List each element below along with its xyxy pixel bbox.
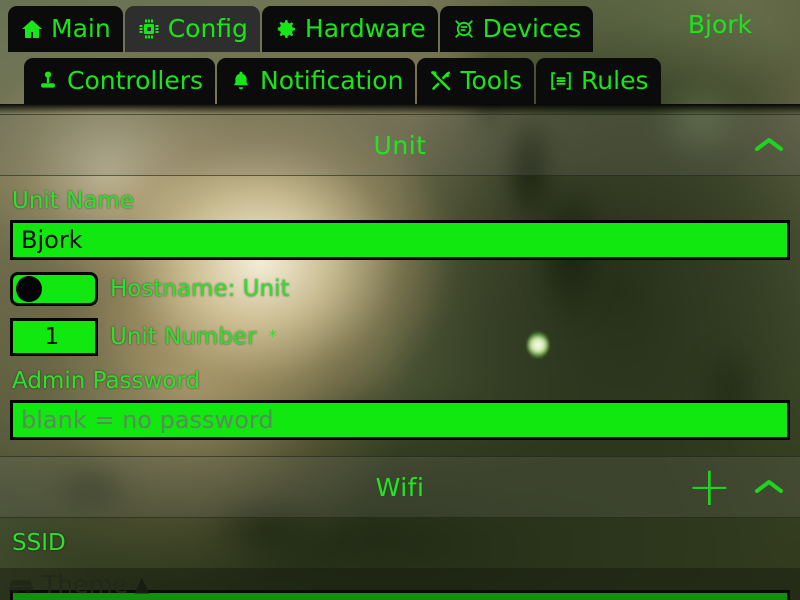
tab-devices[interactable]: Devices [439,6,594,52]
unit-form: Unit Name Hostname: Unit Unit Number * A… [0,188,800,440]
ssid-label: SSID [12,530,66,556]
tab-notification[interactable]: Notification [217,58,416,104]
devices-icon [452,17,476,41]
tab-tools-label: Tools [460,65,523,95]
tabbar-shadow [0,104,800,114]
secondary-tabbar: Controllers Notification Tools Rules [0,54,800,104]
section-header-unit[interactable]: Unit [0,114,800,176]
joystick-icon [36,69,60,93]
tab-config-label: Config [167,13,248,43]
theme-label: Theme [42,569,129,599]
hostname-row: Hostname: Unit [10,272,790,306]
hostname-label: Hostname: Unit [110,276,290,302]
section-title-wifi: Wifi [375,472,425,502]
tab-controllers-label: Controllers [67,65,203,95]
tab-controllers[interactable]: Controllers [24,58,215,104]
chevron-up-icon[interactable] [752,476,786,498]
tab-hardware[interactable]: Hardware [261,6,438,52]
unit-number-row: Unit Number * [10,318,790,356]
section-unit-actions [752,115,786,175]
tab-rules-label: Rules [581,65,649,95]
page-root: Main Config Hardware Devices Bjork Contr… [0,0,800,600]
theme-up-arrow-icon[interactable]: ▲ [134,574,149,594]
required-marker: * [268,327,278,347]
unit-name-input[interactable] [10,220,790,260]
tab-tools[interactable]: Tools [417,58,535,104]
tab-hardware-label: Hardware [304,13,426,43]
chevron-up-icon[interactable] [752,134,786,156]
unit-number-label: Unit Number [110,324,257,350]
tools-icon [429,69,453,93]
wifi-form: SSID [0,530,800,556]
car-icon [6,574,36,594]
tab-notification-label: Notification [260,65,404,95]
section-title-unit: Unit [373,130,427,160]
tab-devices-label: Devices [482,13,582,43]
section-header-wifi[interactable]: Wifi + [0,456,800,518]
tab-rules[interactable]: Rules [536,58,661,104]
rules-icon [548,69,574,93]
device-name-label: Bjork [687,9,752,39]
home-icon [20,17,44,41]
admin-password-input[interactable] [10,400,790,440]
toggle-knob [16,276,42,302]
primary-tabbar: Main Config Hardware Devices Bjork [0,0,800,52]
unit-number-input[interactable] [10,318,98,356]
tab-config[interactable]: Config [124,6,260,52]
section-wifi-actions: + [687,457,786,517]
plus-icon[interactable]: + [687,459,732,514]
tab-main[interactable]: Main [8,6,123,52]
hostname-unit-toggle[interactable] [10,272,98,306]
tab-main-label: Main [51,13,111,43]
unit-name-label: Unit Name [12,188,134,214]
admin-password-label: Admin Password [12,368,201,394]
chip-icon [137,17,161,41]
gear-icon [274,17,298,41]
theme-bar[interactable]: Theme ▲ [0,568,800,600]
bell-icon [229,69,253,93]
